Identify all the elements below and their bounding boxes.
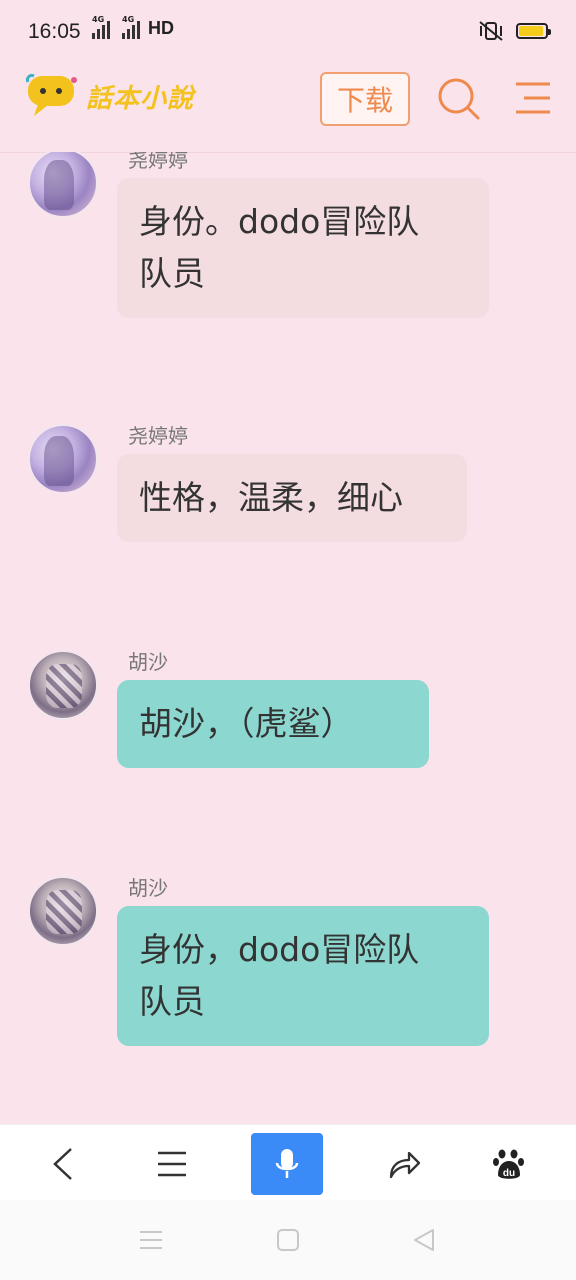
menu-icon[interactable] xyxy=(514,80,552,116)
sender-name: 尧婷婷 xyxy=(128,152,188,172)
back-icon xyxy=(53,1148,72,1180)
mute-vibrate-icon xyxy=(479,21,503,41)
system-nav-bar xyxy=(0,1200,576,1280)
sender-name: 尧婷婷 xyxy=(128,424,188,448)
recents-button[interactable] xyxy=(137,1226,165,1254)
browser-toolbar: du xyxy=(0,1124,576,1201)
logo-chat-bubble-icon xyxy=(26,74,77,116)
signal-indicators: 4G 4G HD xyxy=(92,15,174,39)
message-bubble: 胡沙，（虎鲨） xyxy=(117,680,429,768)
message-bubble: 身份。dodo冒险队 队员 xyxy=(117,178,489,318)
sender-name: 胡沙 xyxy=(128,876,168,900)
app-header: 話本小說 下载 xyxy=(0,56,576,153)
status-time: 16:05 xyxy=(28,20,81,43)
system-back-button[interactable] xyxy=(410,1226,438,1254)
avatar[interactable] xyxy=(28,876,98,946)
system-back-icon xyxy=(414,1229,434,1251)
baidu-button[interactable]: du xyxy=(473,1133,545,1195)
back-button[interactable] xyxy=(27,1133,99,1195)
download-button[interactable]: 下载 xyxy=(320,72,410,126)
recents-icon xyxy=(140,1231,162,1249)
home-icon xyxy=(277,1229,299,1251)
message-text: 性格，温柔，细心 xyxy=(139,478,403,517)
microphone-icon xyxy=(275,1149,299,1178)
menu-list-icon xyxy=(158,1151,186,1177)
message-text: 身份，dodo冒险队 xyxy=(139,930,420,969)
message-bubble: 身份，dodo冒险队 队员 xyxy=(117,906,489,1046)
avatar[interactable] xyxy=(28,650,98,720)
home-button[interactable] xyxy=(274,1226,302,1254)
message-text: 胡沙，（虎鲨） xyxy=(139,704,354,743)
signal-icon: 4G xyxy=(122,15,140,39)
battery-icon xyxy=(516,23,551,39)
baidu-paw-icon: du xyxy=(493,1149,524,1179)
share-icon xyxy=(389,1151,421,1179)
voice-search-button[interactable] xyxy=(251,1133,323,1195)
message-text: 队员 xyxy=(139,254,205,293)
status-bar: 16:05 4G 4G HD xyxy=(0,0,576,56)
sender-name: 胡沙 xyxy=(128,650,168,674)
search-icon[interactable] xyxy=(436,76,482,122)
baidu-paw-text: du xyxy=(503,1168,515,1179)
menu-list-button[interactable] xyxy=(136,1133,208,1195)
signal-icon: 4G xyxy=(92,15,110,39)
share-button[interactable] xyxy=(368,1133,440,1195)
logo-text: 話本小說 xyxy=(86,83,195,114)
avatar[interactable] xyxy=(28,424,98,494)
message-text: 身份。dodo冒险队 xyxy=(139,202,420,241)
chat-area[interactable]: 尧婷婷 身份。dodo冒险队 队员 尧婷婷 性格，温柔，细心 胡沙 胡沙，（虎鲨… xyxy=(0,152,576,1124)
message-bubble: 性格，温柔，细心 xyxy=(117,454,467,542)
hd-indicator: HD xyxy=(148,18,174,38)
avatar[interactable] xyxy=(28,152,98,218)
app-logo[interactable]: 話本小說 xyxy=(24,72,194,120)
message-text: 队员 xyxy=(139,982,205,1021)
